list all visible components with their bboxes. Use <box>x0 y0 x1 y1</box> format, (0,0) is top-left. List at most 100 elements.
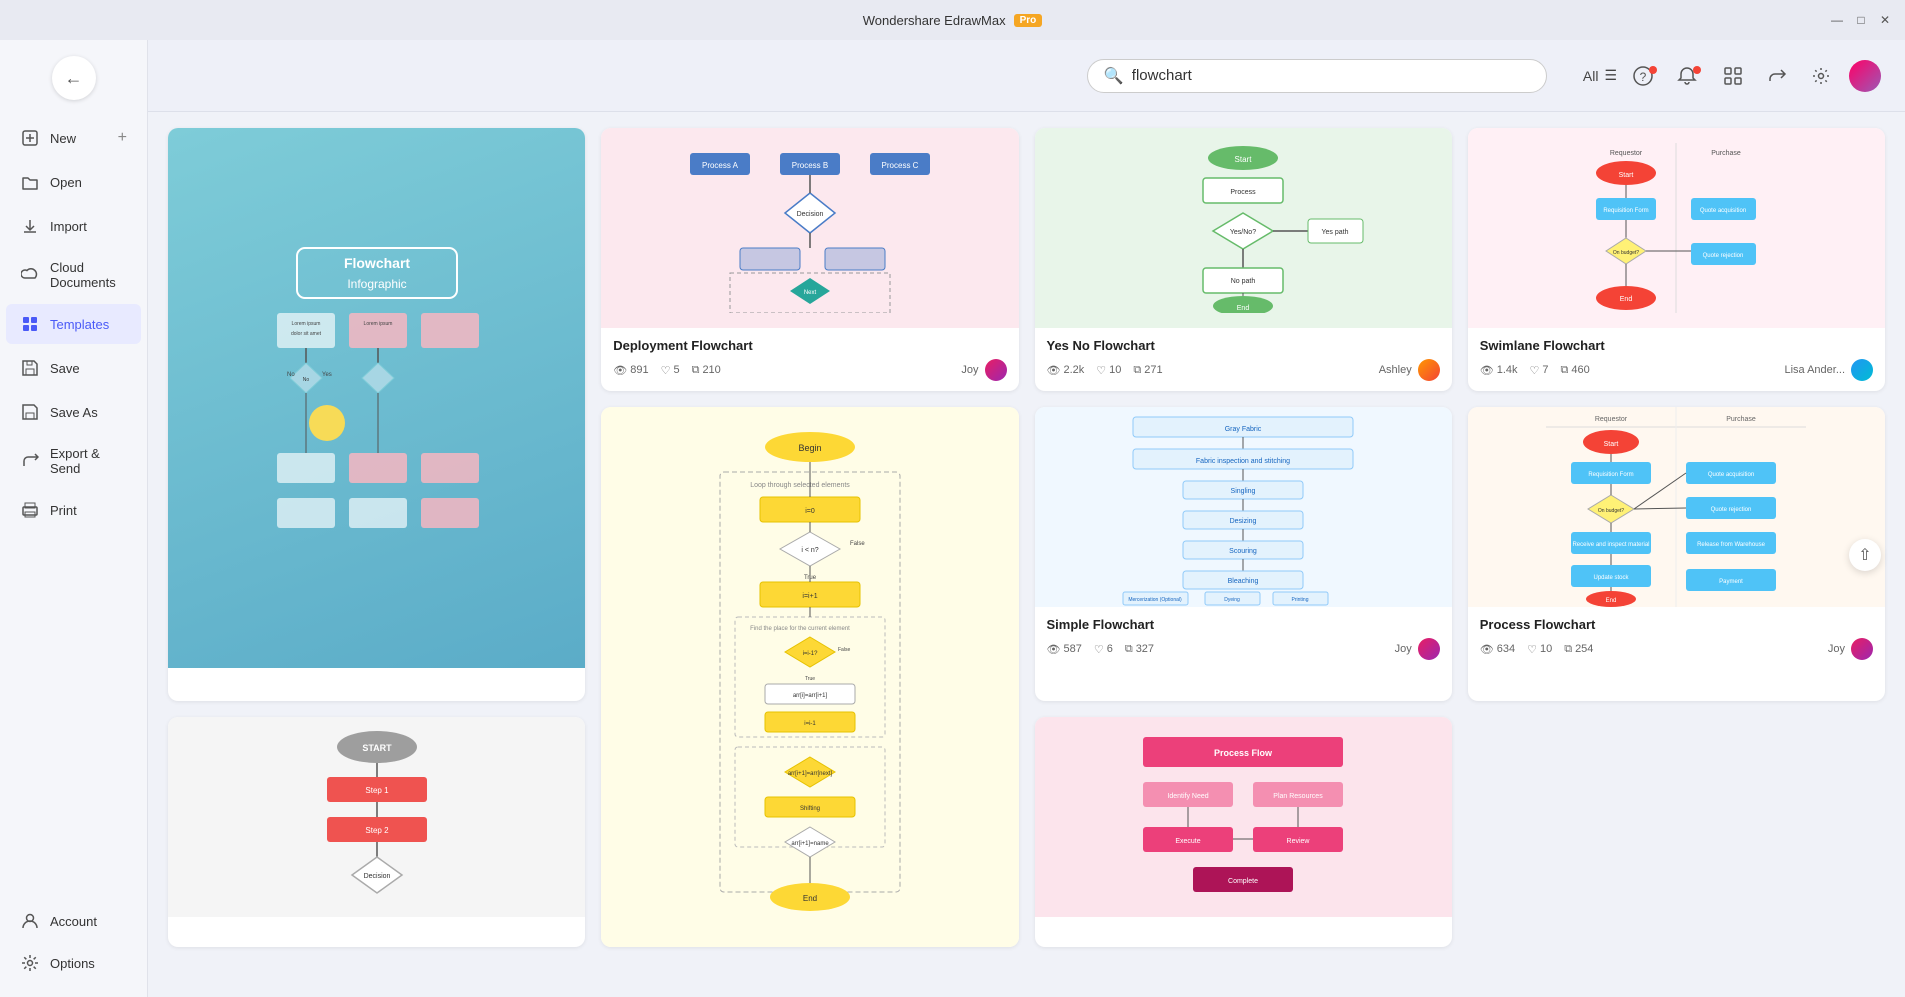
yesno-author: Ashley <box>1379 359 1440 381</box>
sidebar-item-import[interactable]: Import <box>6 206 141 246</box>
template-card-simple[interactable]: Gray Fabric Fabric inspection and stitch… <box>1035 407 1452 701</box>
search-input[interactable] <box>1132 67 1530 84</box>
swimlane-title: Swimlane Flowchart <box>1480 338 1873 353</box>
simple-author: Joy <box>1395 638 1440 660</box>
template-card-flowchart-infographic[interactable]: Flowchart Infographic Lorem ipsum dolor … <box>168 128 585 701</box>
help-button[interactable]: ? <box>1629 60 1661 92</box>
print-icon <box>20 500 40 520</box>
svg-text:i=i-1: i=i-1 <box>804 721 816 727</box>
svg-text:Process Flow: Process Flow <box>1214 748 1273 758</box>
likes-icon: ♡ <box>1527 643 1537 656</box>
sidebar-item-templates[interactable]: Templates <box>6 304 141 344</box>
sidebar-item-cloud[interactable]: Cloud Documents <box>6 250 141 300</box>
svg-text:Quote rejection: Quote rejection <box>1703 253 1744 259</box>
process-views: 👁 634 <box>1480 643 1515 656</box>
notification-button[interactable] <box>1673 60 1705 92</box>
svg-text:Purchase: Purchase <box>1727 416 1757 423</box>
svg-text:Process B: Process B <box>792 161 828 170</box>
simple-likes: ♡ 6 <box>1094 643 1113 656</box>
close-button[interactable]: ✕ <box>1877 12 1893 28</box>
template-card-yesno[interactable]: Start Process Yes/No? Yes path <box>1035 128 1452 391</box>
sidebar-item-options[interactable]: Options <box>6 943 141 983</box>
svg-text:Release from Warehouse: Release from Warehouse <box>1697 542 1765 548</box>
sidebar-item-saveas[interactable]: Save As <box>6 392 141 432</box>
sidebar-item-account[interactable]: Account <box>6 901 141 941</box>
settings-button[interactable] <box>1805 60 1837 92</box>
template-card-swimlane[interactable]: Requestor Purchase Start Requisition For… <box>1468 128 1885 391</box>
saveas-icon <box>20 402 40 422</box>
import-icon <box>20 216 40 236</box>
scroll-top-button[interactable]: ⇧ <box>1849 539 1881 571</box>
deployment-title: Deployment Flowchart <box>613 338 1006 353</box>
search-bar[interactable]: 🔍 <box>1087 59 1547 93</box>
open-icon <box>20 172 40 192</box>
apps-button[interactable] <box>1717 60 1749 92</box>
svg-text:Identify Need: Identify Need <box>1168 793 1209 800</box>
sidebar-item-save[interactable]: Save <box>6 348 141 388</box>
sidebar-item-new[interactable]: New + <box>6 118 141 158</box>
swimlane-author: Lisa Ander... <box>1784 359 1873 381</box>
sidebar-export-label: Export & Send <box>50 446 127 476</box>
template-card-loop[interactable]: Begin Loop through selected elements i=0… <box>601 407 1018 947</box>
svg-text:Update stock: Update stock <box>1594 575 1630 581</box>
svg-text:Requestor: Requestor <box>1595 416 1628 423</box>
svg-text:Flowchart: Flowchart <box>344 255 410 271</box>
template-card-process[interactable]: Requestor Purchase Start Requisition For… <box>1468 407 1885 701</box>
sidebar-templates-label: Templates <box>50 317 109 332</box>
window-controls[interactable]: — □ ✕ <box>1829 12 1893 28</box>
user-avatar[interactable] <box>1849 60 1881 92</box>
template-card-extra2[interactable]: Process Flow Identify Need Plan Resource… <box>1035 717 1452 948</box>
yesno-title: Yes No Flowchart <box>1047 338 1440 353</box>
deployment-author: Joy <box>961 359 1006 381</box>
svg-text:On budget?: On budget? <box>1613 250 1639 256</box>
svg-text:Requestor: Requestor <box>1610 150 1643 157</box>
filter-button[interactable]: All ☰ <box>1571 61 1629 90</box>
simple-meta: 👁 587 ♡ 6 ⧉ 327 <box>1047 638 1440 660</box>
account-icon <box>20 911 40 931</box>
svg-text:True: True <box>805 676 815 682</box>
share-button[interactable] <box>1761 60 1793 92</box>
svg-text:Receive and inspect material: Receive and inspect material <box>1573 542 1650 548</box>
svg-text:Start: Start <box>1235 155 1253 164</box>
svg-text:Requisition Form: Requisition Form <box>1604 208 1649 214</box>
template-card-extra[interactable]: START Step 1 Step 2 Decision <box>168 717 585 948</box>
likes-icon: ♡ <box>1530 364 1540 377</box>
swimlane-info: Swimlane Flowchart 👁 1.4k ♡ 7 ⧉ <box>1468 328 1885 391</box>
simple-title: Simple Flowchart <box>1047 617 1440 632</box>
filter-label: All <box>1583 68 1599 84</box>
main-layout: ← New + Open Import <box>0 40 1905 997</box>
views-icon: 👁 <box>1047 364 1061 377</box>
sidebar-import-label: Import <box>50 219 87 234</box>
svg-text:Process: Process <box>1230 189 1256 196</box>
maximize-button[interactable]: □ <box>1853 12 1869 28</box>
svg-text:arr[i]=arr[i+1]: arr[i]=arr[i+1] <box>793 693 828 699</box>
svg-text:dolor sit amet: dolor sit amet <box>291 331 322 337</box>
sidebar-item-export[interactable]: Export & Send <box>6 436 141 486</box>
svg-text:i=i-1?: i=i-1? <box>802 651 818 657</box>
sidebar-item-open[interactable]: Open <box>6 162 141 202</box>
new-plus-icon: + <box>118 129 127 147</box>
titlebar: Wondershare EdrawMax Pro — □ ✕ <box>0 0 1905 40</box>
svg-text:Next: Next <box>804 290 817 296</box>
back-button[interactable]: ← <box>52 56 96 100</box>
swimlane-meta: 👁 1.4k ♡ 7 ⧉ 460 <box>1480 359 1873 381</box>
svg-text:Shifting: Shifting <box>800 806 820 812</box>
sidebar: ← New + Open Import <box>0 40 148 997</box>
sidebar-item-print[interactable]: Print <box>6 490 141 530</box>
process-meta: 👁 634 ♡ 10 ⧉ 254 <box>1480 638 1873 660</box>
copies-icon: ⧉ <box>1133 364 1141 377</box>
svg-text:Lorem ipsum: Lorem ipsum <box>363 321 392 327</box>
svg-text:Complete: Complete <box>1228 878 1258 885</box>
search-icon: 🔍 <box>1104 66 1124 86</box>
toolbar-right: ? <box>1629 60 1881 92</box>
svg-text:Execute: Execute <box>1175 838 1200 845</box>
process-copies: ⧉ 254 <box>1564 643 1593 656</box>
process-title: Process Flowchart <box>1480 617 1873 632</box>
svg-text:End: End <box>1620 296 1633 303</box>
views-icon: 👁 <box>1480 643 1494 656</box>
svg-text:START: START <box>362 743 392 753</box>
svg-text:Fabric inspection and stitchin: Fabric inspection and stitching <box>1196 458 1290 465</box>
svg-text:Requisition Form: Requisition Form <box>1589 472 1634 478</box>
template-card-deployment[interactable]: Process A Process B Process C Decision <box>601 128 1018 391</box>
minimize-button[interactable]: — <box>1829 12 1845 28</box>
